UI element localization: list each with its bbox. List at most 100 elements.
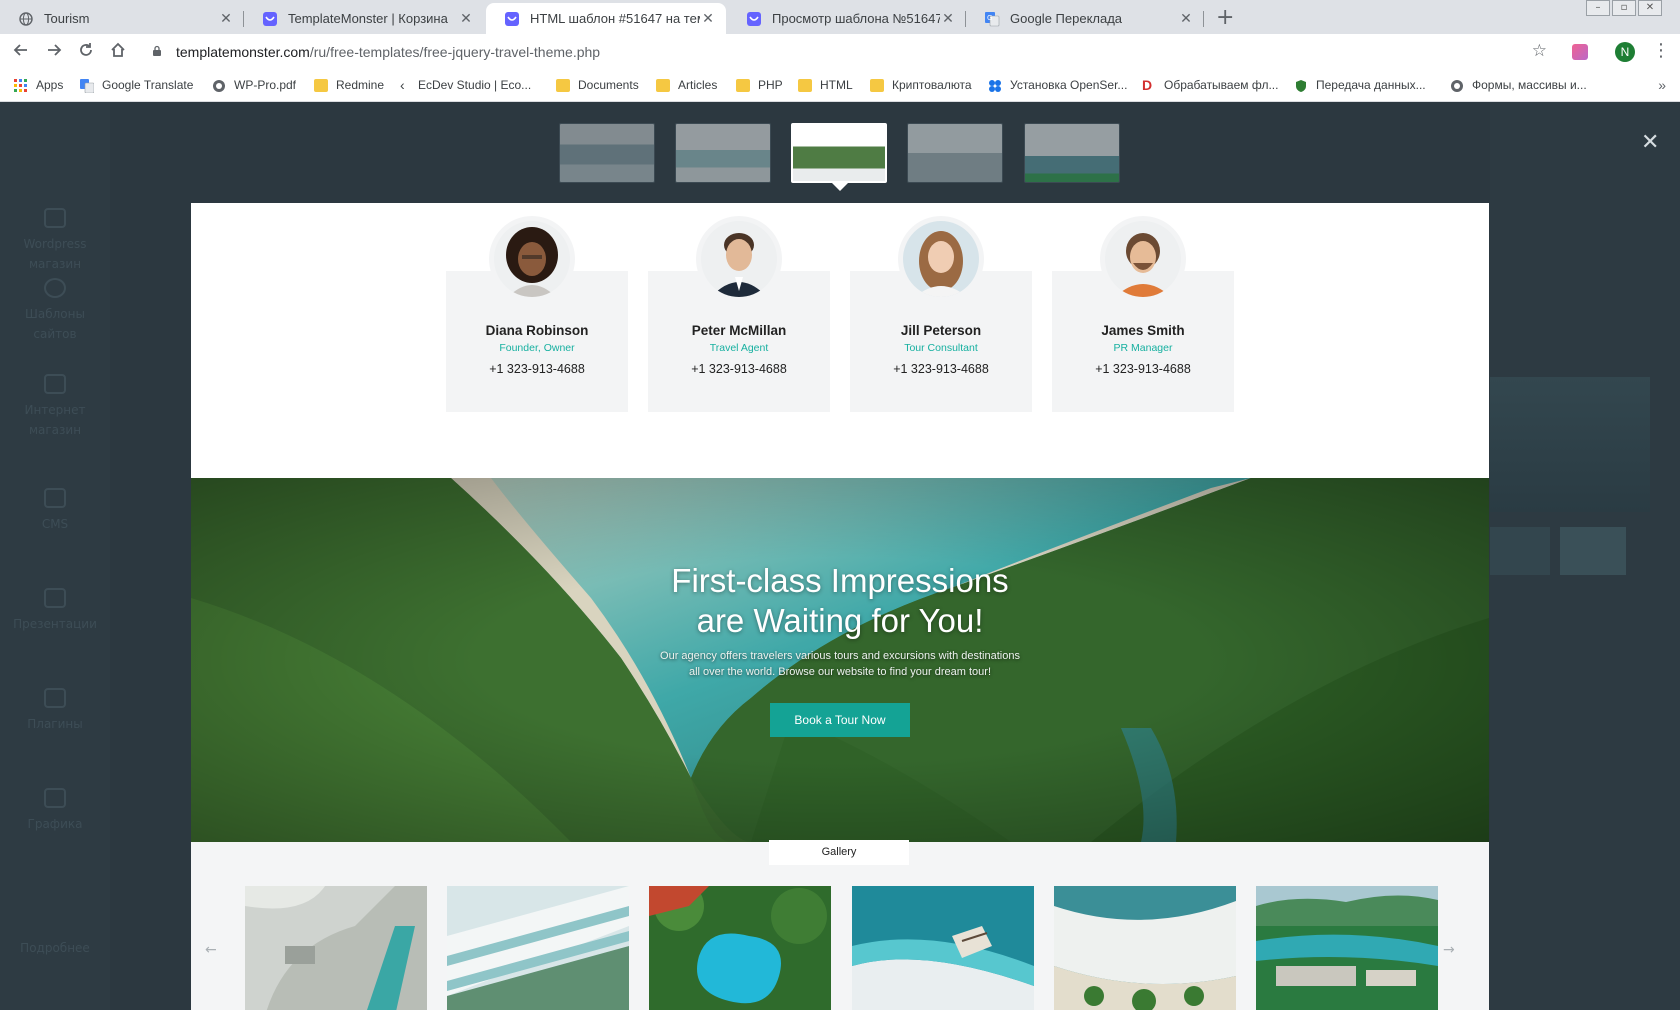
preview-thumbnail-5[interactable]: [1024, 123, 1120, 183]
bookmark-crypto[interactable]: Криптовалюта: [870, 78, 972, 92]
bookmark-openserver[interactable]: Установка OpenSer...: [988, 78, 1127, 92]
address-bar[interactable]: templatemonster.com/ru/free-templates/fr…: [142, 38, 1567, 66]
bookmark-articles[interactable]: Articles: [656, 78, 717, 92]
hero-description: Our agency offers travelers various tour…: [640, 648, 1040, 680]
hero-title-line2: are Waiting for You!: [696, 602, 984, 639]
close-tab-icon[interactable]: ✕: [700, 10, 716, 27]
gallery-next-arrow[interactable]: →: [1443, 942, 1455, 958]
sidebar-item-more: Подробнее: [0, 938, 110, 958]
lock-icon[interactable]: [152, 45, 164, 60]
browser-tab-bar: Tourism ✕ TemplateMonster | Корзина ✕ HT…: [0, 0, 1680, 34]
profile-avatar[interactable]: N: [1615, 42, 1635, 62]
forward-button[interactable]: [43, 42, 65, 63]
bookmark-ecdev[interactable]: ‹ EcDev Studio | Eco...: [400, 78, 531, 93]
gallery-image[interactable]: [447, 886, 629, 1010]
browser-toolbar: templatemonster.com/ru/free-templates/fr…: [0, 34, 1680, 70]
member-phone[interactable]: +1 323-913-4688: [446, 362, 628, 376]
back-button[interactable]: [10, 42, 32, 63]
openserver-icon: [988, 79, 1002, 92]
tab-cart[interactable]: TemplateMonster | Корзина ✕: [244, 3, 484, 34]
member-role: Founder, Owner: [499, 342, 575, 354]
bookmark-php[interactable]: PHP: [736, 78, 783, 92]
close-preview-icon[interactable]: ✕: [1641, 130, 1659, 155]
minimize-button[interactable]: –: [1586, 0, 1610, 16]
sidebar-item-templates: Шаблоны сайтов: [0, 278, 110, 344]
member-phone[interactable]: +1 323-913-4688: [1052, 362, 1234, 376]
preview-thumbnail-3[interactable]: [791, 123, 887, 183]
close-tab-icon[interactable]: ✕: [1178, 10, 1194, 27]
template-preview: Diana Robinson Founder, Owner +1 323-913…: [191, 203, 1489, 1010]
gallery-image[interactable]: [649, 886, 831, 1010]
google-translate-icon: G: [984, 11, 1000, 27]
bookmark-label: Articles: [678, 78, 718, 92]
hero-banner: First-class Impressions are Waiting for …: [191, 478, 1489, 842]
sidebar-item-wordpress: Wordpress магазин: [0, 208, 110, 274]
bookmark-label: Google Translate: [102, 78, 194, 92]
hero-title-line1: First-class Impressions: [671, 562, 1009, 599]
preview-thumbnail-1[interactable]: [559, 123, 655, 183]
bookmark-label: Redmine: [336, 78, 385, 92]
preview-thumbnail-strip: [0, 102, 1680, 202]
folder-icon: [556, 78, 570, 92]
bookmark-redmine[interactable]: Redmine: [314, 78, 384, 92]
tab-html-template[interactable]: HTML шаблон #51647 на тему т ✕: [486, 3, 726, 34]
book-tour-button[interactable]: Book a Tour Now: [770, 703, 910, 737]
restore-button[interactable]: ▫: [1612, 0, 1636, 16]
team-card: Peter McMillan Travel Agent +1 323-913-4…: [648, 216, 830, 412]
close-window-button[interactable]: ✕: [1638, 0, 1662, 16]
preview-thumbnail-2[interactable]: [675, 123, 771, 183]
new-tab-button[interactable]: +: [1216, 5, 1234, 30]
bookmark-star-icon[interactable]: ☆: [1532, 41, 1547, 61]
hero-text-line2: all over the world. Browse our website t…: [688, 666, 992, 678]
sidebar-label: Плагины: [27, 717, 83, 731]
apps-grid-icon: [14, 78, 28, 92]
globe-icon: [44, 278, 66, 298]
gallery-prev-arrow[interactable]: ←: [205, 942, 217, 958]
globe-icon: [1450, 79, 1464, 92]
document-icon: [44, 488, 66, 508]
tab-separator: [1203, 11, 1204, 27]
member-name: Diana Robinson: [485, 323, 589, 338]
wordpress-icon: [44, 208, 66, 228]
member-phone[interactable]: +1 323-913-4688: [648, 362, 830, 376]
tab-tourism[interactable]: Tourism ✕: [0, 3, 244, 34]
gallery-image[interactable]: [1256, 886, 1438, 1010]
bookmark-peredacha[interactable]: Передача данных...: [1294, 78, 1426, 92]
close-tab-icon[interactable]: ✕: [458, 10, 474, 27]
templatemonster-icon: [504, 11, 520, 27]
bookmark-label: Apps: [36, 78, 64, 92]
preview-thumbnail-4[interactable]: [907, 123, 1003, 183]
home-button[interactable]: [107, 42, 129, 63]
bookmark-documents[interactable]: Documents: [556, 78, 639, 92]
folder-icon: [736, 78, 750, 92]
tab-google-translate[interactable]: G Google Переклада ✕: [966, 3, 1204, 34]
tab-template-preview[interactable]: Просмотр шаблона №51647 ✕: [728, 3, 966, 34]
more-bookmarks-icon[interactable]: »: [1658, 77, 1666, 93]
bookmark-wp-pro[interactable]: WP-Pro.pdf: [212, 78, 296, 92]
bookmark-label: Установка OpenSer...: [1010, 78, 1128, 92]
bookmark-apps[interactable]: Apps: [14, 78, 63, 92]
avatar: [696, 216, 782, 302]
folder-icon: [314, 78, 328, 92]
close-tab-icon[interactable]: ✕: [218, 10, 234, 27]
menu-kebab-icon[interactable]: ⋮: [1652, 40, 1670, 61]
member-role: Travel Agent: [709, 342, 769, 354]
folder-icon: [798, 78, 812, 92]
gallery-section: Gallery ← →: [191, 840, 1489, 1010]
gallery-image[interactable]: [1054, 886, 1236, 1010]
bookmark-formy[interactable]: Формы, массивы и...: [1450, 78, 1587, 92]
avatar: [1100, 216, 1186, 302]
gallery-image[interactable]: [245, 886, 427, 1010]
extension-icon[interactable]: [1572, 44, 1588, 60]
reload-button[interactable]: [75, 42, 97, 63]
close-tab-icon[interactable]: ✕: [940, 10, 956, 27]
bookmark-html[interactable]: HTML: [798, 78, 853, 92]
member-phone[interactable]: +1 323-913-4688: [850, 362, 1032, 376]
d-letter-icon: D: [1142, 76, 1153, 93]
sidebar-item-graphics: Графика: [0, 788, 110, 834]
bookmark-label: Обрабатываем фл...: [1164, 78, 1279, 92]
url-host: templatemonster.com: [176, 44, 310, 60]
bookmark-obrabatyvaem[interactable]: D Обрабатываем фл...: [1142, 76, 1279, 93]
gallery-image[interactable]: [852, 886, 1034, 1010]
bookmark-google-translate[interactable]: Google Translate: [80, 78, 194, 93]
